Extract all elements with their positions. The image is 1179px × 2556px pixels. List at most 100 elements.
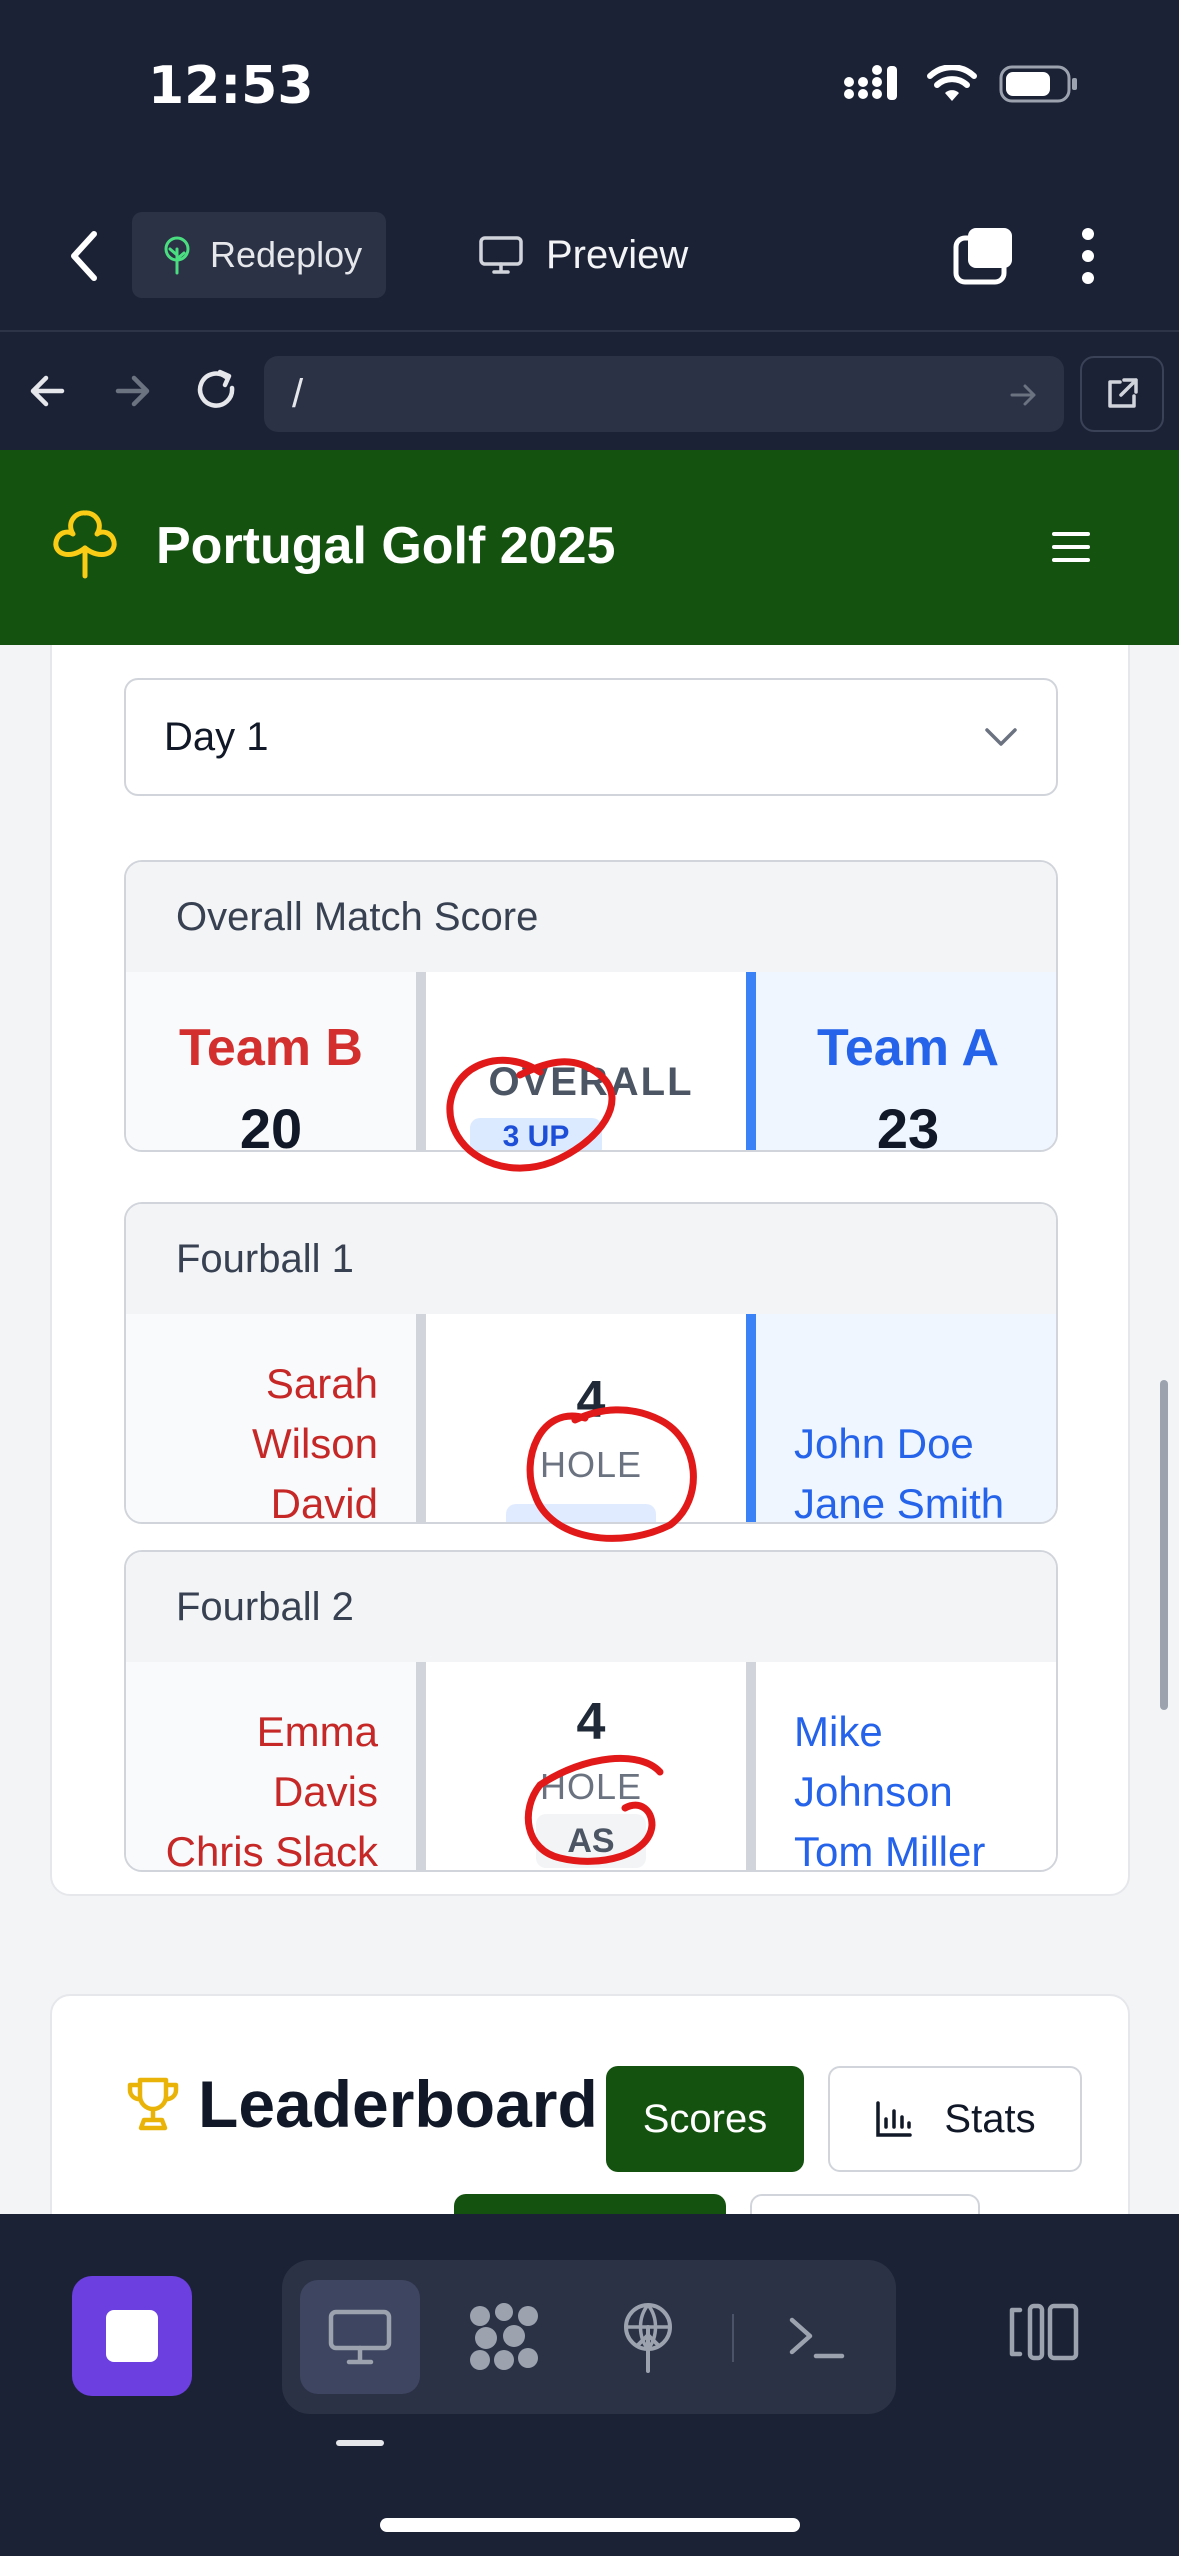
url-input[interactable]: / (264, 356, 1064, 432)
overall-score-card: Overall Match Score Team B 20 OVERALL 3 … (124, 860, 1058, 1152)
fourball-1-left-column: Sarah Wilson David (126, 1314, 426, 1522)
day-select[interactable]: Day 1 (124, 678, 1058, 796)
player-name: Sarah (265, 1360, 378, 1407)
arrow-left-icon[interactable] (28, 366, 68, 416)
overall-label: OVERALL (488, 1060, 694, 1104)
tab-peek-active[interactable] (454, 2194, 726, 2214)
url-text: / (292, 371, 304, 416)
tool-separator (732, 2314, 734, 2362)
chevron-down-icon (985, 728, 1017, 746)
player-name: Emma (256, 1708, 378, 1755)
fourball-1-right-players: John Doe Jane Smith (794, 1414, 1005, 1524)
fourball-2-header: Fourball 2 (126, 1552, 1056, 1662)
trophy-icon (127, 2077, 179, 2131)
signal-icon (844, 65, 897, 100)
team-b-column: Team B 20 (126, 972, 426, 1150)
fourball-1-header: Fourball 1 (126, 1204, 1056, 1314)
fourball-1-left-players: Sarah Wilson David (251, 1354, 378, 1524)
fourball-2-left-column: Emma Davis Chris Slack (126, 1662, 426, 1870)
redeploy-button[interactable]: Redeploy (132, 212, 386, 298)
overall-header: Overall Match Score (126, 862, 1056, 972)
replit-toolbar (0, 2214, 1179, 2556)
fourball-1-card[interactable]: Fourball 1 Sarah Wilson David 4 HOLE Joh… (124, 1202, 1058, 1524)
preview-label: Preview (546, 232, 689, 277)
tool-packages[interactable] (444, 2280, 564, 2394)
player-name: Chris Slack (165, 1828, 378, 1872)
chevron-left-icon[interactable] (60, 228, 110, 284)
status-icons (841, 64, 1079, 104)
open-external-button[interactable] (1080, 356, 1164, 432)
external-link-icon (1108, 378, 1138, 408)
home-indicator[interactable] (380, 2518, 800, 2532)
tool-shell[interactable] (756, 2280, 876, 2394)
team-b-name: Team B (179, 1019, 363, 1077)
player-name: Wilson (251, 1420, 378, 1467)
overall-center-column: OVERALL 3 UP (436, 972, 746, 1150)
stats-button[interactable]: Stats (828, 2066, 1082, 2172)
battery-icon (999, 65, 1077, 103)
fourball-2-right-column: Mike Johnson Tom Miller (746, 1662, 1056, 1872)
fourball-1-status-badge (506, 1504, 656, 1522)
tool-deploy[interactable] (588, 2280, 708, 2394)
fourball-2-hole-label: HOLE (539, 1766, 643, 1807)
scores-button[interactable]: Scores (606, 2066, 804, 2172)
replit-header: Redeploy Preview (0, 180, 1179, 330)
player-name: John Doe (794, 1420, 974, 1467)
wifi-icon (927, 65, 977, 101)
tab-peek-inactive[interactable] (750, 2194, 980, 2214)
player-name: Johnson (794, 1768, 953, 1815)
player-name: Jane Smith (794, 1480, 1005, 1524)
stats-label: Stats (944, 2096, 1036, 2141)
player-name: Mike (794, 1708, 883, 1755)
deploy-icon (624, 2303, 672, 2373)
monitor-icon (479, 236, 523, 274)
kebab-icon[interactable] (1078, 226, 1098, 286)
fourball-2-right-players: Mike Johnson Tom Miller (794, 1702, 986, 1872)
player-name: Davis (272, 1768, 378, 1815)
team-a-score: 23 (876, 1097, 940, 1152)
tool-group (282, 2260, 896, 2414)
fourball-2-left-players: Emma Davis Chris Slack (165, 1702, 378, 1872)
scrollbar[interactable] (1160, 1380, 1168, 1710)
player-name: David (270, 1480, 378, 1524)
redeploy-label: Redeploy (210, 234, 363, 275)
team-b-score: 20 (239, 1097, 303, 1152)
fourball-1-center-column: 4 HOLE (436, 1314, 746, 1522)
preview-tab[interactable]: Preview (478, 212, 688, 298)
terminal-icon (789, 2317, 845, 2359)
active-tab-indicator (336, 2440, 384, 2446)
layout-icon[interactable] (1006, 2302, 1080, 2362)
fourball-2-card[interactable]: Fourball 2 Emma Davis Chris Slack 4 HOLE… (124, 1550, 1058, 1872)
clover-icon (53, 510, 117, 579)
leaderboard-title-row: Leaderboard (124, 2066, 598, 2142)
fourball-2-hole-number: 4 (576, 1693, 606, 1751)
url-bar-row: / (0, 332, 1179, 450)
team-a-column: Team A 23 (746, 972, 1056, 1152)
stop-icon (106, 2310, 158, 2362)
fourball-1-hole-number: 4 (576, 1371, 606, 1429)
desktop-icon (328, 2309, 392, 2365)
bar-chart-icon (876, 2101, 913, 2137)
arrow-right-icon[interactable] (112, 366, 152, 416)
fourball-2-center-column: 4 HOLE AS (436, 1662, 746, 1870)
ios-status-bar: 12:53 (0, 0, 1179, 180)
player-name: Tom Miller (794, 1828, 986, 1872)
leaderboard-title: Leaderboard (198, 2067, 598, 2141)
fourball-1-right-column: John Doe Jane Smith (746, 1314, 1056, 1524)
fourball-2-status-badge: AS (536, 1814, 646, 1868)
plant-icon (164, 236, 190, 275)
app-title: Portugal Golf 2025 (156, 517, 616, 575)
fourball-1-hole-label: HOLE (539, 1444, 643, 1485)
stop-button[interactable] (72, 2276, 192, 2396)
overall-status-badge: 3 UP (470, 1118, 602, 1150)
tabs-icon[interactable] (952, 226, 1016, 286)
menu-icon[interactable] (1052, 532, 1090, 562)
app-viewport: Portugal Golf 2025 Day 1 Overall Match S… (0, 450, 1179, 2214)
app-header: Portugal Golf 2025 (0, 450, 1179, 645)
packages-icon (470, 2303, 538, 2370)
team-a-name: Team A (816, 1019, 1000, 1077)
tool-preview[interactable] (300, 2280, 420, 2394)
go-arrow-icon[interactable] (1008, 380, 1038, 410)
refresh-icon[interactable] (192, 366, 242, 416)
day-select-value: Day 1 (164, 714, 269, 759)
